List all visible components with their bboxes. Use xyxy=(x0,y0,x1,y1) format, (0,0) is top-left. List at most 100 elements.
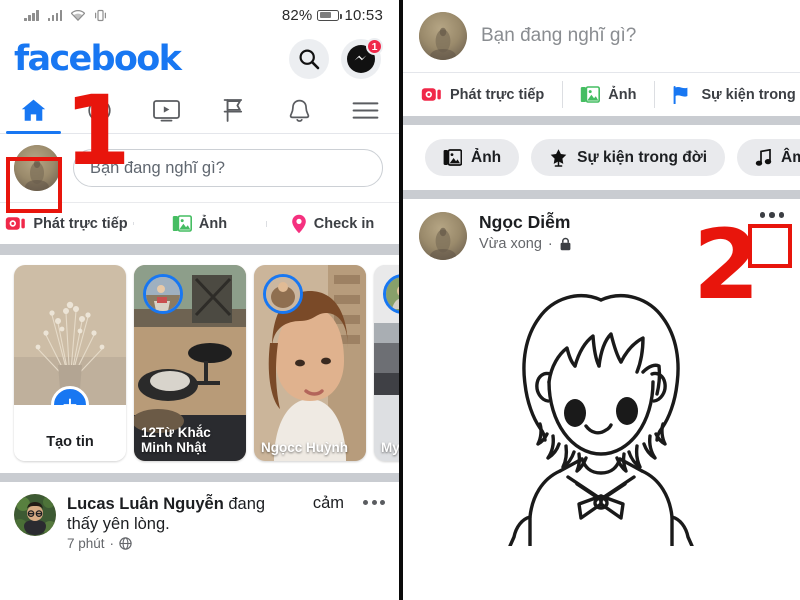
messenger-bolt-icon xyxy=(354,55,367,61)
feed-post-author-line: Lucas Luân Nguyễn đang xyxy=(67,494,294,514)
action-live-video[interactable]: Phát trực tiếp xyxy=(0,216,133,232)
screenshot-root: 82% 10:53 facebook 1 Bạn đang nghĩ gì? P… xyxy=(0,0,800,600)
action-live-video-label: Phát trực tiếp xyxy=(33,215,128,232)
facebook-header: facebook 1 xyxy=(0,30,399,88)
location-pin-icon xyxy=(291,214,306,233)
story-label-create: Tạo tin xyxy=(46,434,94,450)
composer-placeholder: Bạn đang nghĩ gì? xyxy=(90,158,225,177)
bullet-separator: · xyxy=(109,536,115,552)
post-author-avatar[interactable] xyxy=(419,212,467,260)
story-card[interactable]: Ngọcc Huỳnh xyxy=(254,265,366,461)
post-more-options-button[interactable] xyxy=(759,212,784,218)
profile-avatar[interactable] xyxy=(419,12,467,60)
messenger-badge: 1 xyxy=(366,38,383,55)
feed-post-meta: Lucas Luân Nguyễn đang thấy yên lòng. 7 … xyxy=(67,494,294,551)
battery-icon xyxy=(317,9,342,21)
star-icon xyxy=(550,149,567,167)
chip-photo-label: Ảnh xyxy=(471,148,502,166)
clock-label: 10:53 xyxy=(344,6,383,24)
post-header: Ngọc Diễm Vừa xong · xyxy=(403,199,800,274)
lock-icon xyxy=(560,237,571,251)
feed-post-time: 7 phút xyxy=(67,536,105,552)
story-card[interactable]: 12Từ Khắc Minh Nhật xyxy=(134,265,246,461)
right-phone-panel: Bạn đang nghĩ gì? Phát trực tiếp Ảnh Sự … xyxy=(403,0,800,600)
feed-post-action-word: đang xyxy=(228,495,266,513)
story-author-avatar xyxy=(143,274,183,314)
annotation-box-avatar xyxy=(6,157,62,213)
action-photo[interactable]: Ảnh xyxy=(562,73,654,116)
post-composer[interactable]: Bạn đang nghĩ gì? xyxy=(403,0,800,72)
tab-watch[interactable] xyxy=(133,88,200,133)
flag-icon xyxy=(223,99,243,122)
action-live-video[interactable]: Phát trực tiếp xyxy=(403,73,562,116)
search-icon xyxy=(299,49,320,70)
left-phone-panel: 82% 10:53 facebook 1 Bạn đang nghĩ gì? P… xyxy=(0,0,399,600)
create-story-thumbnail xyxy=(14,265,126,405)
tab-home[interactable] xyxy=(0,88,67,134)
action-live-video-label: Phát trực tiếp xyxy=(450,86,545,103)
tab-friends[interactable] xyxy=(67,88,134,133)
feed-post-subline: 7 phút · xyxy=(67,536,294,551)
action-photo[interactable]: Ảnh xyxy=(133,215,266,232)
create-story-footer: Tạo tin xyxy=(14,405,126,461)
live-video-icon xyxy=(6,217,26,230)
feed-post-feeling-line: thấy yên lòng. xyxy=(67,515,170,534)
search-button[interactable] xyxy=(289,39,329,79)
post-content-image[interactable] xyxy=(403,274,800,546)
annotation-box-more-options xyxy=(748,224,792,268)
hamburger-icon xyxy=(352,102,379,119)
photo-icon xyxy=(443,149,462,166)
feed-post-feeling-word: cảm xyxy=(312,494,344,512)
post-time: Vừa xong xyxy=(479,236,542,252)
signal-icon xyxy=(47,9,62,21)
section-separator xyxy=(0,473,399,482)
music-note-icon xyxy=(755,148,772,166)
tab-marketplace[interactable] xyxy=(200,88,267,133)
chip-photo[interactable]: Ảnh xyxy=(425,139,520,176)
composer-input[interactable]: Bạn đang nghĩ gì? xyxy=(73,149,383,187)
facebook-logo[interactable]: facebook xyxy=(14,39,182,79)
story-label: Ngọcc Huỳnh xyxy=(261,439,349,455)
story-avatar-image xyxy=(266,277,300,311)
avatar-image xyxy=(14,494,56,536)
stories-carousel[interactable]: + Tạo tin xyxy=(0,255,399,473)
action-check-in-label: Check in xyxy=(313,215,375,232)
section-separator xyxy=(0,244,399,255)
bell-icon xyxy=(289,99,309,122)
story-avatar-image xyxy=(146,277,180,311)
avatar-image xyxy=(419,12,467,60)
line-art-girl-drawing xyxy=(403,274,800,546)
tab-menu[interactable] xyxy=(333,88,400,133)
globe-icon xyxy=(119,537,132,550)
story-card[interactable]: My xyxy=(374,265,399,461)
more-options-icon[interactable] xyxy=(363,494,385,505)
post-meta: Ngọc Diễm Vừa xong · xyxy=(479,212,748,252)
action-life-event[interactable]: Sự kiện trong đời xyxy=(654,73,800,116)
chip-music[interactable]: Âm nhạc xyxy=(737,139,800,176)
story-avatar-image xyxy=(386,277,399,311)
post-author-avatar[interactable] xyxy=(14,494,56,536)
person-photo xyxy=(146,277,180,311)
person-photo xyxy=(266,277,300,311)
action-life-event-label: Sự kiện trong đời xyxy=(701,86,800,103)
wifi-icon xyxy=(71,9,85,21)
flag-icon xyxy=(674,85,688,104)
friends-icon xyxy=(88,99,111,122)
chip-life-event[interactable]: Sự kiện trong đời xyxy=(531,139,726,176)
feed-post-author[interactable]: Lucas Luân Nguyễn xyxy=(67,495,224,513)
story-label: My xyxy=(381,439,399,455)
story-label: 12Từ Khắc Minh Nhật xyxy=(141,424,211,455)
header-actions: 1 xyxy=(289,38,383,79)
composer-placeholder[interactable]: Bạn đang nghĩ gì? xyxy=(481,25,636,47)
live-video-icon xyxy=(421,88,441,101)
story-card-create[interactable]: + Tạo tin xyxy=(14,265,126,461)
main-tab-bar xyxy=(0,88,399,134)
post-subline: Vừa xong · xyxy=(479,236,748,252)
tab-notifications[interactable] xyxy=(266,88,333,133)
post-author-name[interactable]: Ngọc Diễm xyxy=(479,212,748,233)
action-check-in[interactable]: Check in xyxy=(266,214,399,234)
vibrate-icon xyxy=(95,9,106,21)
messenger-button[interactable]: 1 xyxy=(341,38,383,79)
quick-options-chips: Ảnh Sự kiện trong đời Âm nhạc xyxy=(403,125,800,190)
status-bar-right: 82% 10:53 xyxy=(282,7,383,24)
